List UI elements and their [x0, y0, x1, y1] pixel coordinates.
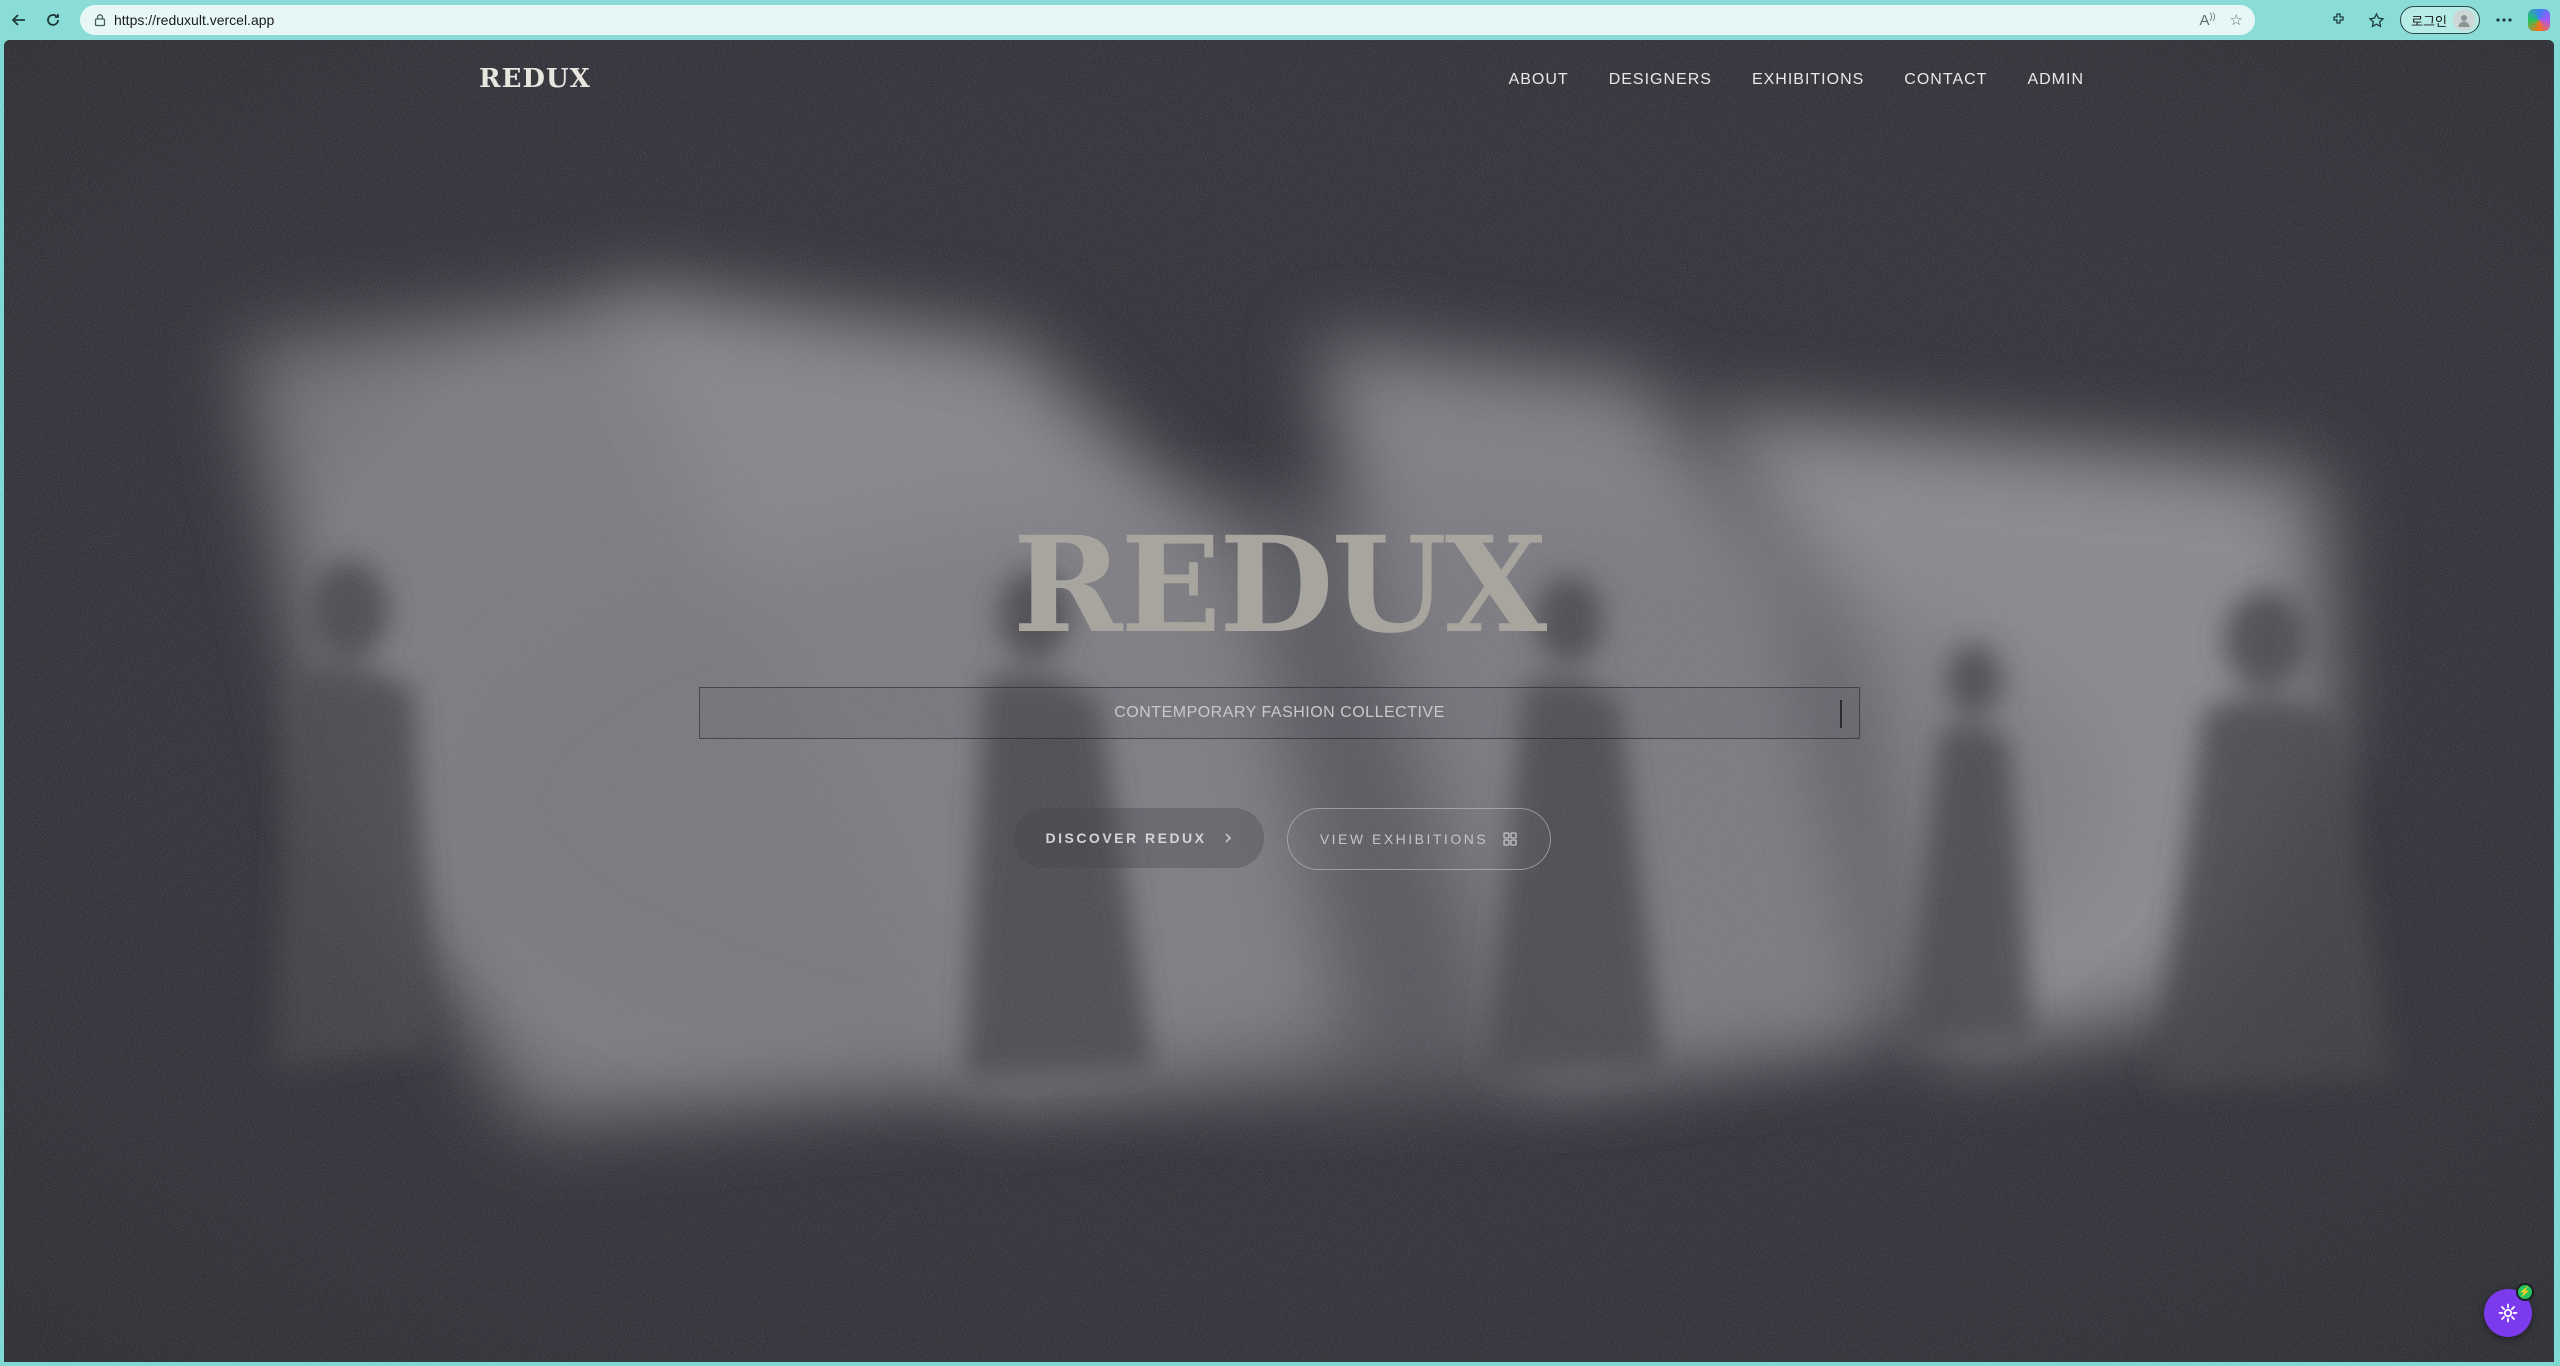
hero-title: REDUX	[1012, 508, 1547, 663]
read-aloud-icon[interactable]: A))	[2200, 11, 2216, 29]
address-bar[interactable]: https://reduxult.vercel.app A)) ☆	[80, 5, 2255, 35]
browser-toolbar: https://reduxult.vercel.app A)) ☆ 로그인	[0, 0, 2560, 40]
extensions-icon[interactable]	[2328, 8, 2352, 32]
favorites-icon[interactable]	[2364, 8, 2388, 32]
profile-label: 로그인	[2411, 13, 2447, 29]
nav-contact[interactable]: CONTACT	[1904, 71, 1987, 89]
view-exhibitions-label: VIEW EXHIBITIONS	[1319, 831, 1489, 847]
nav-exhibitions[interactable]: EXHIBITIONS	[1752, 71, 1864, 89]
copilot-icon[interactable]	[2528, 9, 2550, 31]
profile-button[interactable]: 로그인	[2400, 6, 2480, 34]
back-arrow-icon	[11, 14, 25, 26]
tagline-box: CONTEMPORARY FASHION COLLECTIVE	[699, 687, 1860, 739]
hero-tagline: CONTEMPORARY FASHION COLLECTIVE	[1114, 704, 1445, 721]
star-icon[interactable]: ☆	[2230, 11, 2243, 29]
site-logo[interactable]: REDUX	[479, 64, 591, 94]
avatar	[2453, 9, 2475, 31]
discover-redux-button[interactable]: DISCOVER REDUX	[1014, 808, 1264, 868]
more-icon[interactable]	[2492, 8, 2516, 32]
url-text: https://reduxult.vercel.app	[114, 12, 275, 28]
typing-caret	[1840, 700, 1842, 728]
lock-icon	[86, 13, 114, 27]
chevron-right-icon	[1224, 833, 1231, 843]
page-viewport: REDUX ABOUT DESIGNERS EXHIBITIONS CONTAC…	[4, 40, 2554, 1362]
view-exhibitions-button[interactable]: VIEW EXHIBITIONS	[1287, 808, 1551, 870]
fab-status-badge: ⚡	[2516, 1283, 2534, 1301]
back-button[interactable]	[4, 5, 34, 35]
refresh-button[interactable]	[38, 5, 68, 35]
nav-admin[interactable]: ADMIN	[2027, 71, 2084, 89]
nav-about[interactable]: ABOUT	[1509, 71, 1569, 89]
refresh-icon	[47, 14, 59, 26]
grid-icon	[1503, 832, 1517, 846]
discover-redux-label: DISCOVER REDUX	[1045, 830, 1207, 846]
nav-designers[interactable]: DESIGNERS	[1609, 71, 1712, 89]
gear-icon	[2498, 1303, 2518, 1323]
site-nav: ABOUT DESIGNERS EXHIBITIONS CONTACT ADMI…	[1509, 71, 2084, 89]
